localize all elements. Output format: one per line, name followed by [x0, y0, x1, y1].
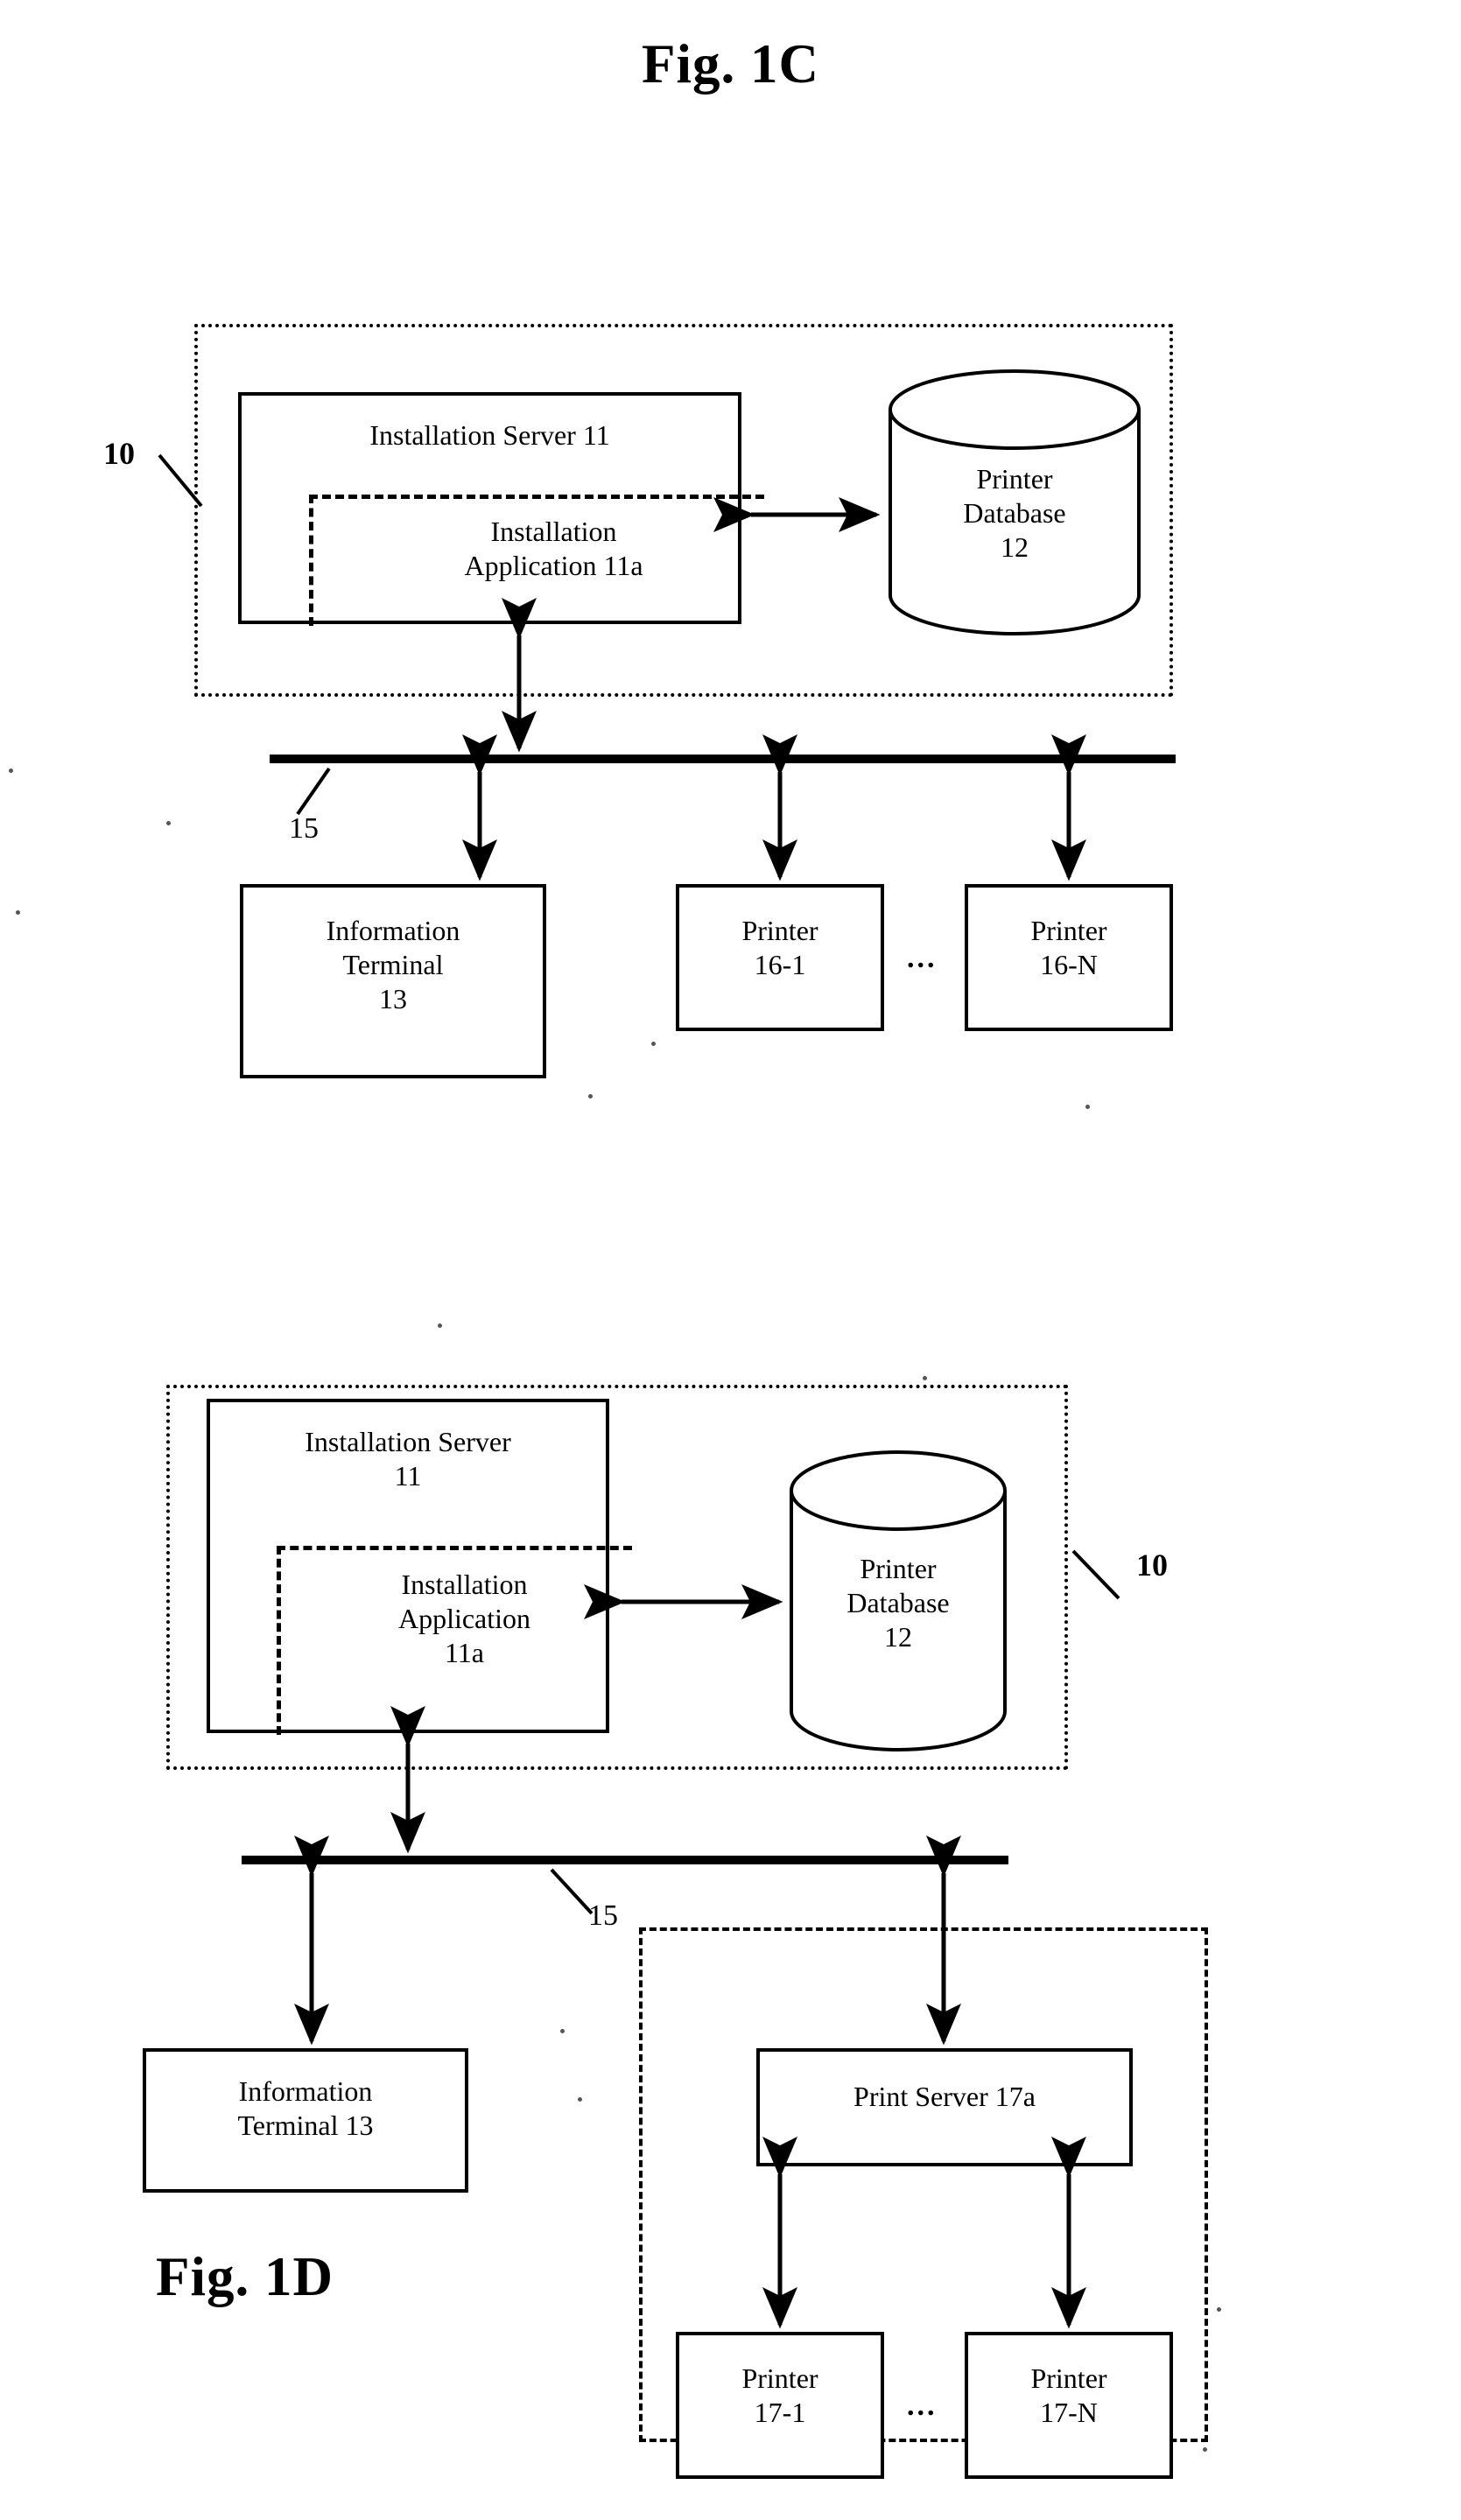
fig-1d-printer-17-1-box: Printer 17-1: [676, 2332, 884, 2479]
fig-1c-installation-application-label: Installation Application 11a: [464, 516, 643, 582]
fig-1c-system-ref-label: 10: [103, 436, 135, 471]
scan-speck: [578, 2097, 582, 2102]
fig-1d-print-server-label: Print Server 17a: [853, 2081, 1036, 2112]
scan-speck: [560, 2029, 565, 2033]
scan-speck: [923, 1376, 927, 1380]
fig-1c-installation-application-box: Installation Application 11a: [309, 495, 764, 626]
fig-1c-information-terminal-box: Information Terminal 13: [240, 884, 546, 1078]
scan-speck: [1217, 2307, 1221, 2312]
scan-speck: [438, 1323, 442, 1328]
fig-1d-printer-database-cylinder: Printer Database 12: [788, 1449, 1008, 1755]
fig-1d-caption: Fig. 1D: [156, 2246, 334, 2307]
fig-1d-information-terminal-label: Information Terminal 13: [237, 2075, 374, 2142]
fig-1c-network-ref-leader: [296, 767, 331, 816]
fig-1c-printer-16-n-box: Printer 16-N: [965, 884, 1173, 1031]
fig-1d-network-ref-leader: [550, 1868, 594, 1915]
fig-1d-printer-17-1-label: Printer 17-1: [741, 2362, 818, 2429]
fig-1c-printer-16-n-label: Printer 16-N: [1030, 915, 1107, 981]
fig-1d-installation-server-label: Installation Server 11: [305, 1426, 511, 1492]
fig-1d-printer-ellipsis: ...: [907, 2390, 938, 2422]
fig-1d-system-ref-leader: [1071, 1549, 1120, 1600]
fig-1d-installation-application-box: Installation Application 11a: [277, 1546, 632, 1735]
fig-1d-information-terminal-box: Information Terminal 13: [143, 2048, 468, 2193]
fig-1c-printer-database-label: Printer Database 12: [963, 463, 1066, 564]
fig-1c-printer-database-cylinder: Printer Database 12: [887, 368, 1142, 637]
fig-1d-system-ref-label: 10: [1136, 1548, 1168, 1583]
scan-speck: [1085, 1105, 1090, 1109]
scan-speck: [16, 910, 20, 915]
scan-speck: [1203, 2447, 1207, 2452]
fig-1d-network-ref-label: 15: [588, 1899, 618, 1932]
fig-1c-network-ref-label: 15: [289, 812, 319, 845]
fig-1c-caption: Fig. 1C: [642, 33, 819, 95]
fig-1d-network-bus: [242, 1856, 1008, 1864]
fig-1c-printer-ellipsis: ...: [907, 942, 938, 974]
fig-1c-information-terminal-label: Information Terminal 13: [326, 915, 460, 1015]
scan-speck: [9, 769, 13, 773]
fig-1c-printer-16-1-label: Printer 16-1: [741, 915, 818, 981]
fig-1c-installation-server-label: Installation Server 11: [369, 419, 610, 451]
scan-speck: [588, 1094, 593, 1099]
fig-1d-print-server-box: Print Server 17a: [756, 2048, 1133, 2166]
fig-1d-printer-database-label: Printer Database 12: [846, 1553, 950, 1653]
fig-1c-printer-16-1-box: Printer 16-1: [676, 884, 884, 1031]
fig-1d-installation-application-label: Installation Application 11a: [397, 1569, 531, 1669]
fig-1d-printer-17-n-label: Printer 17-N: [1030, 2362, 1107, 2429]
fig-1d-printer-17-n-box: Printer 17-N: [965, 2332, 1173, 2479]
fig-1c-network-bus: [270, 755, 1176, 763]
scan-speck: [166, 821, 171, 825]
scan-speck: [651, 1042, 656, 1046]
